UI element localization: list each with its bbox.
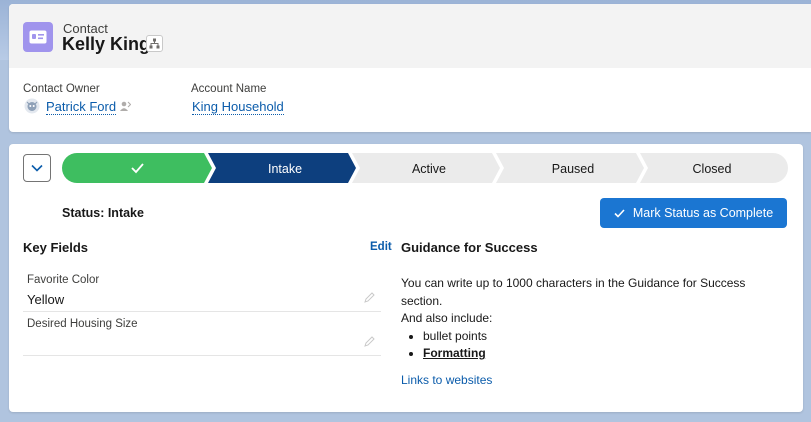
- user-avatar-icon: [24, 98, 40, 114]
- check-icon: [614, 208, 625, 218]
- change-owner-icon[interactable]: [119, 100, 131, 112]
- list-item: Formatting: [423, 345, 771, 363]
- guidance-body: You can write up to 1000 characters in t…: [401, 275, 771, 363]
- contact-card-icon: [23, 22, 53, 52]
- chevron-down-icon: [31, 164, 43, 172]
- path-toggle-button[interactable]: [23, 154, 51, 182]
- stage-label-active: Active: [411, 162, 447, 176]
- record-name: Kelly King: [62, 34, 151, 54]
- record-header-top: Contact Kelly King: [9, 4, 811, 68]
- guidance-text: And also include:: [401, 311, 493, 325]
- owner-label: Contact Owner: [23, 83, 100, 95]
- path-component: Intake Active Paused Closed Status: Inta…: [9, 144, 803, 412]
- hierarchy-button[interactable]: [146, 35, 163, 52]
- stage-label-intake: Intake: [267, 162, 303, 176]
- key-fields-edit-link[interactable]: Edit: [370, 241, 392, 253]
- account-link[interactable]: King Household: [192, 99, 284, 115]
- key-fields-title: Key Fields: [23, 240, 89, 255]
- stage-label-paused: Paused: [551, 162, 595, 176]
- mark-status-complete-button[interactable]: Mark Status as Complete: [600, 198, 787, 228]
- field-favorite-color: Favorite Color Yellow: [23, 268, 381, 312]
- hierarchy-icon: [149, 38, 160, 49]
- pencil-icon[interactable]: [364, 292, 375, 303]
- guidance-title: Guidance for Success: [401, 240, 538, 255]
- path-stage-complete[interactable]: [62, 153, 212, 183]
- mark-status-label: Mark Status as Complete: [632, 206, 774, 220]
- status-text: Status: Intake: [62, 206, 144, 220]
- field-desired-housing-size: Desired Housing Size: [23, 312, 381, 356]
- owner-link[interactable]: Patrick Ford: [46, 99, 117, 115]
- field-value: Yellow: [27, 292, 65, 307]
- list-item: bullet points: [423, 328, 771, 346]
- account-label: Account Name: [191, 83, 267, 95]
- field-label: Favorite Color: [27, 274, 100, 286]
- guidance-link[interactable]: Links to websites: [401, 373, 492, 387]
- field-label: Desired Housing Size: [27, 318, 138, 330]
- record-header: Contact Kelly King Contact Owner Patrick…: [9, 4, 811, 132]
- stage-label-closed: Closed: [692, 162, 732, 176]
- pencil-icon[interactable]: [364, 336, 375, 347]
- guidance-text: You can write up to 1000 characters in t…: [401, 276, 746, 308]
- guidance-list: bullet points Formatting: [423, 328, 771, 363]
